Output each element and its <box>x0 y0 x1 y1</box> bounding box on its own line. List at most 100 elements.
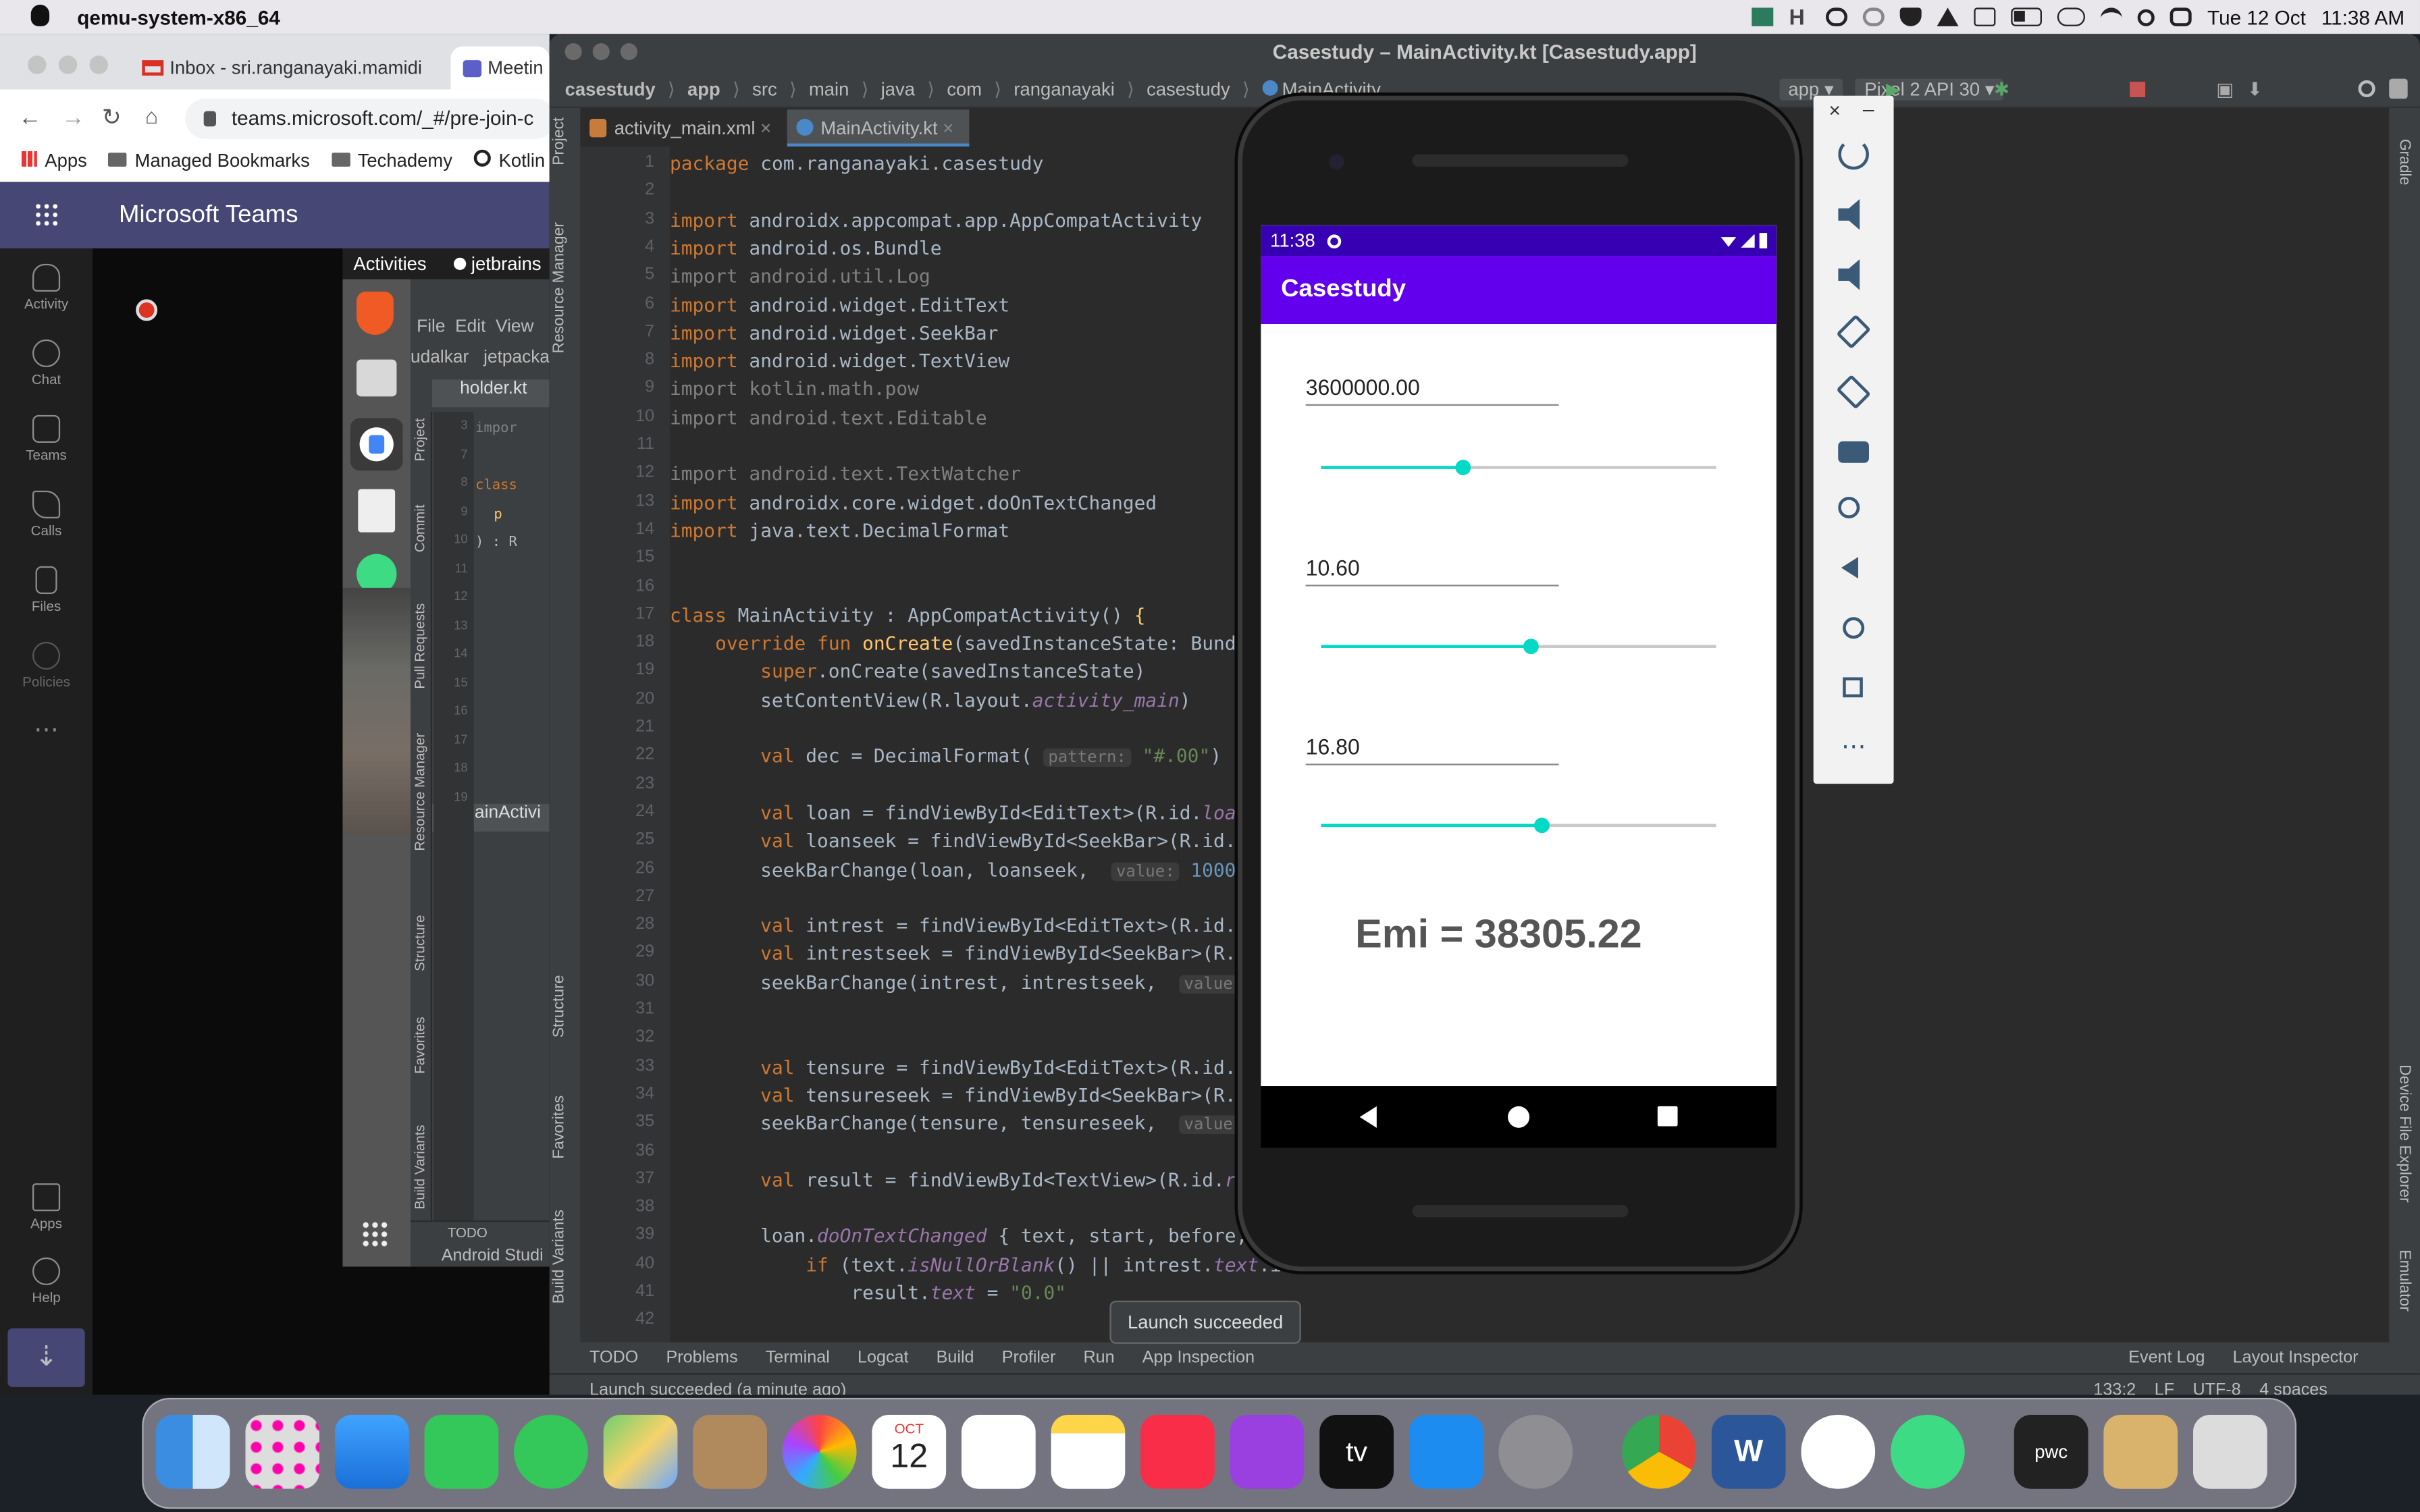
code-line[interactable]: import java.text.DecimalFormat <box>670 520 1009 541</box>
loan-amount-field[interactable]: 3600000.00 <box>1305 375 1559 406</box>
code-line[interactable]: super.onCreate(savedInstanceState) <box>670 661 1145 682</box>
tool-emulator[interactable]: Emulator <box>2395 1249 2412 1311</box>
crumb-java[interactable]: java <box>881 78 915 99</box>
code-line[interactable]: loan.doOnTextChanged { text, start, befo… <box>670 1226 1270 1247</box>
launchpad-icon[interactable] <box>245 1414 320 1489</box>
code-line[interactable]: val tensure = findViewById<EditText>(R.i… <box>670 1056 1270 1078</box>
music-icon[interactable] <box>1140 1414 1215 1489</box>
tool-build-variants[interactable]: Build Variants <box>551 1210 568 1303</box>
link-icon[interactable] <box>2057 7 2086 26</box>
tool-event-log[interactable]: Event Log <box>2128 1349 2205 1367</box>
reminders-icon[interactable] <box>961 1414 1036 1489</box>
more-icon[interactable]: ⋯ <box>1838 731 1869 762</box>
code-line[interactable]: val intrestseek = findViewById<SeekBar>(… <box>670 943 1270 965</box>
photos-icon[interactable] <box>782 1414 857 1489</box>
home-icon[interactable]: ⌂ <box>145 103 158 128</box>
sdk-manager-icon[interactable]: ⬇ <box>2247 78 2263 99</box>
debug-icon[interactable]: ✱ <box>1994 78 2009 99</box>
rail-chat[interactable]: Chat <box>0 339 93 387</box>
code-line[interactable]: import androidx.core.widget.doOnTextChan… <box>670 491 1157 513</box>
tool-structure[interactable]: Structure <box>551 975 568 1038</box>
nav-recents-icon[interactable] <box>1657 1106 1678 1127</box>
window-zoom-button[interactable] <box>620 43 637 61</box>
tab-teams[interactable]: Meetin <box>450 46 550 90</box>
crumb-src[interactable]: src <box>752 78 777 99</box>
seekbar-thumb[interactable] <box>1534 817 1550 834</box>
code-line[interactable]: val result = findViewById<TextView>(R.id… <box>670 1169 1270 1191</box>
volume-down-icon[interactable] <box>1838 259 1860 290</box>
tool-device-file-explorer[interactable]: Device File Explorer <box>2395 1064 2412 1203</box>
crumb-com[interactable]: com <box>947 78 982 99</box>
tool-gradle[interactable]: Gradle <box>2395 139 2412 186</box>
window-close-button[interactable] <box>564 43 582 61</box>
trash-icon[interactable] <box>2192 1414 2267 1489</box>
archive-icon[interactable] <box>2103 1414 2178 1489</box>
minimize-icon[interactable]: – <box>1863 97 1874 120</box>
contacts-icon[interactable] <box>693 1414 767 1489</box>
tool-logcat[interactable]: Logcat <box>858 1349 908 1367</box>
rail-files[interactable]: Files <box>0 566 93 614</box>
tool-problems[interactable]: Problems <box>666 1349 737 1367</box>
avd-manager-icon[interactable]: ▣ <box>2216 78 2234 99</box>
globe-icon[interactable] <box>1863 7 1885 26</box>
code-line[interactable]: import android.text.Editable <box>670 407 987 429</box>
tool-build[interactable]: Build <box>937 1349 974 1367</box>
back-icon[interactable] <box>1841 557 1858 579</box>
rail-activity[interactable]: Activity <box>0 263 93 312</box>
seekbar-thumb[interactable] <box>1455 460 1471 475</box>
notes-icon[interactable] <box>1051 1414 1126 1489</box>
rail-teams[interactable]: Teams <box>0 414 93 463</box>
overview-icon[interactable] <box>1843 677 1863 698</box>
close-icon[interactable]: × <box>760 117 771 139</box>
code-line[interactable]: import android.text.TextWatcher <box>670 463 1021 485</box>
tool-app-inspection[interactable]: App Inspection <box>1142 1349 1255 1367</box>
code-line[interactable]: class MainActivity : AppCompatActivity()… <box>670 605 1145 626</box>
apple-icon[interactable] <box>30 4 50 26</box>
crumb-module[interactable]: app <box>687 78 720 99</box>
bookmark-techademy[interactable]: Techademy <box>331 150 452 171</box>
pwc-icon[interactable]: pwc <box>2014 1414 2088 1489</box>
wifi-icon[interactable] <box>2101 7 2123 26</box>
close-icon[interactable]: × <box>943 117 953 139</box>
nav-home-icon[interactable] <box>1508 1106 1530 1128</box>
settings-icon[interactable] <box>1826 7 1848 26</box>
line-separator[interactable]: LF <box>2155 1380 2174 1395</box>
code-line[interactable]: seekBarChange(loan, loanseek, value: 100… <box>670 859 1281 880</box>
window-close-button[interactable] <box>28 55 47 74</box>
code-line[interactable]: if (text.isNullOrBlank() || intrest.text… <box>670 1254 1304 1276</box>
keyboard-icon[interactable] <box>1974 7 1996 26</box>
mail-icon[interactable] <box>334 1414 409 1489</box>
battery-icon[interactable] <box>2011 7 2043 26</box>
h-icon[interactable]: H <box>1789 6 1811 28</box>
tab-mainactivity[interactable]: MainActivity.kt × <box>787 109 970 147</box>
window-zoom-button[interactable] <box>89 55 108 74</box>
tool-terminal[interactable]: Terminal <box>766 1349 830 1367</box>
code-line[interactable]: override fun onCreate(savedInstanceState… <box>670 632 1270 654</box>
tool-favorites[interactable]: Favorites <box>551 1096 568 1159</box>
bookmark-managed[interactable]: Managed Bookmarks <box>108 150 310 171</box>
status-message[interactable]: Launch succeeded (a minute ago) <box>589 1380 846 1395</box>
word-icon[interactable]: W <box>1711 1414 1786 1489</box>
interest-seekbar[interactable] <box>1321 639 1716 655</box>
launch-toast[interactable]: Launch succeeded <box>1109 1300 1301 1344</box>
close-icon[interactable]: × <box>1829 99 1841 122</box>
rail-policies[interactable]: Policies <box>0 641 93 690</box>
app-icon[interactable] <box>1752 7 1774 26</box>
tv-icon[interactable]: tv <box>1319 1414 1394 1489</box>
app-launcher-icon[interactable] <box>34 202 59 227</box>
forward-icon[interactable]: → <box>61 105 84 131</box>
rail-help[interactable]: Help <box>0 1257 93 1305</box>
code-line[interactable]: import android.widget.TextView <box>670 350 1009 372</box>
rotate-right-icon[interactable] <box>1836 374 1871 410</box>
rail-more[interactable]: ⋯ <box>0 714 93 745</box>
code-line[interactable]: seekBarChange(intrest, intrestseek, valu… <box>670 971 1292 993</box>
window-minimize-button[interactable] <box>592 43 610 61</box>
avatar[interactable] <box>2389 78 2408 99</box>
messages-icon[interactable] <box>514 1414 588 1489</box>
window-minimize-button[interactable] <box>58 55 78 74</box>
caret-position[interactable]: 133:2 <box>2093 1380 2136 1395</box>
finder-icon[interactable] <box>155 1414 230 1489</box>
search-everywhere-icon[interactable] <box>2358 80 2375 97</box>
tenure-field[interactable]: 16.80 <box>1305 734 1559 765</box>
loan-seekbar[interactable] <box>1321 460 1716 475</box>
